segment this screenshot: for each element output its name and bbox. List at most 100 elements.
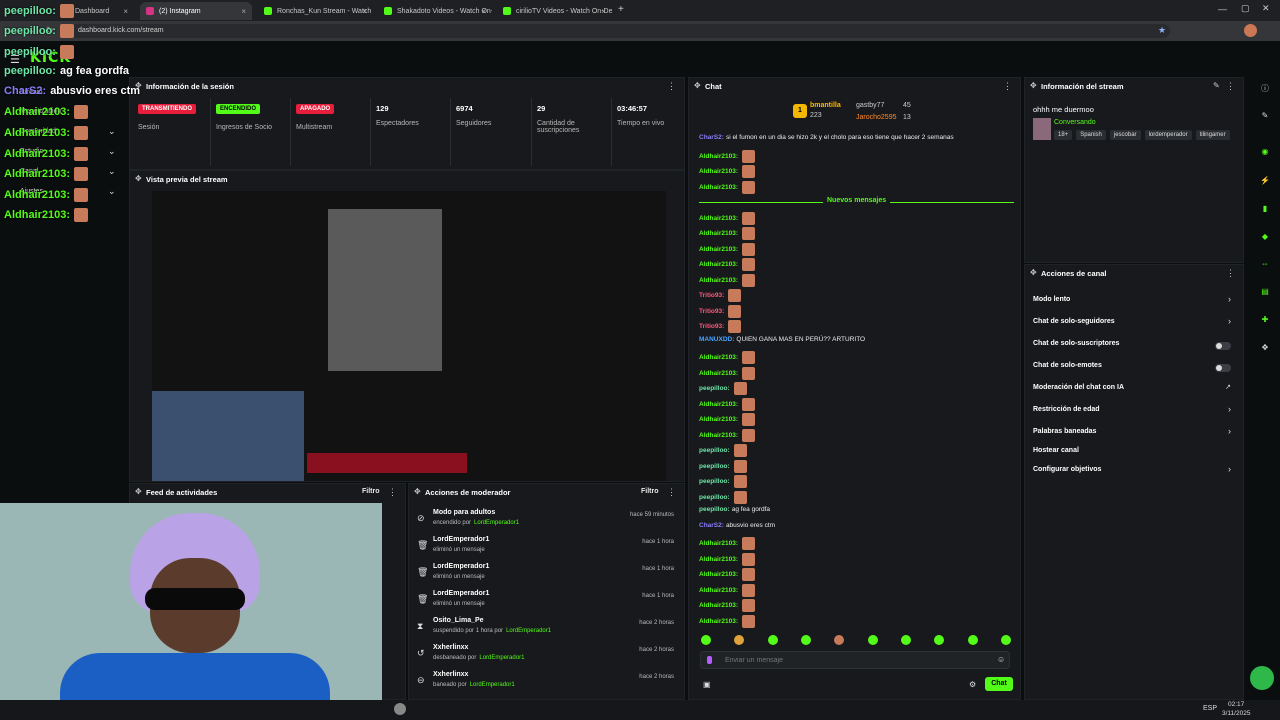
channel-action-item[interactable]: Chat de solo-seguidores › (1025, 316, 1243, 332)
emote-icon[interactable] (1000, 635, 1011, 645)
tab-close-icon[interactable]: × (601, 7, 606, 16)
chat-username[interactable]: Aldhair2103: (699, 540, 738, 547)
chat-message[interactable]: Aldhair2103: (699, 599, 756, 612)
chat-message[interactable]: Tritio93: (699, 304, 742, 318)
emote-icon[interactable] (734, 635, 745, 645)
new-messages-divider[interactable]: Nuevos mensajes (699, 197, 1014, 207)
chat-username[interactable]: Aldhair2103: (699, 277, 738, 284)
send-chat-button[interactable]: Chat (985, 677, 1013, 691)
chat-menu-icon[interactable]: ⋮ (1003, 81, 1012, 92)
chat-message[interactable]: CharS2: si el fumon en un dia se hizo 2k … (699, 134, 954, 141)
tab-close-icon[interactable]: × (481, 7, 486, 16)
bookmark-star-icon[interactable]: ★ (1158, 25, 1166, 36)
channel-action-item[interactable]: Restricción de edad › (1025, 404, 1243, 420)
chat-username[interactable]: Aldhair2103: (699, 370, 738, 377)
moderator-link[interactable]: LordEmperador1 (470, 682, 515, 688)
channel-action-item[interactable]: Palabras baneadas › (1025, 426, 1243, 442)
chat-message[interactable]: MANUXDD: QUIEN GANA MAS EN PERÚ?? ARTURIT… (699, 336, 865, 343)
emote-icon[interactable] (834, 635, 845, 645)
chat-message[interactable]: Aldhair2103: (699, 552, 756, 566)
category-link[interactable]: Conversando (1054, 119, 1096, 126)
chat-message[interactable]: Aldhair2103: (699, 165, 756, 178)
drag-handle-icon[interactable]: ✥ (694, 81, 701, 90)
mod-action-row[interactable]: 🗑 LordEmperador1 eliminó un mensaje hace 1 … (409, 561, 684, 588)
chat-message[interactable]: Aldhair2103: (699, 242, 756, 256)
mod-action-row[interactable]: 🗑 LordEmperador1 eliminó un mensaje hace 1 … (409, 588, 684, 615)
chat-username[interactable]: Aldhair2103: (699, 246, 738, 253)
chat-username[interactable]: peepilloo: (699, 385, 730, 392)
category-thumbnail[interactable] (1033, 118, 1051, 140)
chat-username[interactable]: Aldhair2103: (699, 168, 738, 175)
chat-username[interactable]: Tritio93: (699, 292, 724, 299)
chat-username[interactable]: peepilloo: (699, 506, 730, 513)
chat-settings-icon[interactable]: ⚙ (969, 680, 976, 689)
emote-icon[interactable] (701, 635, 711, 645)
chat-username[interactable]: peepilloo: (699, 494, 730, 501)
chat-message[interactable]: Aldhair2103: (699, 227, 756, 240)
chat-message[interactable]: peepilloo: (699, 382, 747, 395)
maximize-icon[interactable]: ▢ (1241, 3, 1250, 14)
minimize-icon[interactable]: — (1218, 4, 1227, 14)
stream-tag[interactable]: Spanish (1076, 130, 1106, 140)
gift-icon[interactable]: ▣ (703, 680, 711, 689)
chat-message[interactable]: peepilloo: (699, 475, 747, 488)
top-gifter-name[interactable]: bmantilla (810, 102, 841, 109)
chat-username[interactable]: CharS2: (699, 134, 724, 141)
chat-username[interactable]: CharS2: (699, 522, 724, 529)
new-tab-button[interactable]: + (618, 4, 624, 15)
chat-message[interactable]: peepilloo: (699, 459, 747, 473)
tab-close-icon[interactable]: × (123, 7, 128, 16)
tab-close-icon[interactable]: × (362, 7, 367, 16)
chat-username[interactable]: Aldhair2103: (699, 184, 738, 191)
mod-actions-menu-icon[interactable]: ⋮ (667, 487, 676, 498)
chat-message[interactable]: Tritio93: (699, 320, 742, 333)
gifter-name[interactable]: Jarocho2595 (856, 114, 896, 121)
info-icon[interactable]: ⓘ (1258, 82, 1272, 96)
drag-handle-icon[interactable]: ✥ (135, 487, 142, 496)
chat-input[interactable] (700, 651, 1010, 669)
channel-action-item[interactable]: Moderación del chat con IA ↗ (1025, 384, 1243, 398)
chat-username[interactable]: Aldhair2103: (699, 587, 738, 594)
chat-username[interactable]: Aldhair2103: (699, 416, 738, 423)
stream-info-menu-icon[interactable]: ⋮ (1226, 81, 1235, 92)
url-field[interactable]: dashboard.kick.com/stream (70, 24, 1170, 38)
mod-action-row[interactable]: ⧗ Osito_Lima_Pe suspendido por 1 hora por L… (409, 615, 684, 642)
toggle-switch[interactable] (1215, 364, 1231, 372)
emote-icon[interactable] (867, 635, 878, 645)
stream-tag[interactable]: lordemperador (1144, 130, 1192, 140)
chat-username[interactable]: Aldhair2103: (699, 153, 738, 160)
chat-message[interactable]: peepilloo: ag fea gordfa (699, 506, 770, 513)
language-indicator[interactable]: ESP (1203, 705, 1217, 712)
chat-message[interactable]: Aldhair2103: (699, 614, 756, 628)
chat-username[interactable]: Aldhair2103: (699, 556, 738, 563)
chat-message[interactable]: Aldhair2103: (699, 537, 756, 550)
session-menu-icon[interactable]: ⋮ (667, 81, 676, 92)
drag-handle-icon[interactable]: ✥ (135, 174, 142, 183)
activity-filter-button[interactable]: Filtro (362, 488, 380, 495)
emote-icon[interactable] (767, 635, 778, 645)
chat-message[interactable]: Aldhair2103: (699, 258, 756, 271)
chat-username[interactable]: MANUXDD: (699, 336, 734, 343)
chat-message[interactable]: Aldhair2103: (699, 273, 756, 287)
mod-action-row[interactable]: ↺ Xxherlinxx desbaneado por LordEmperador1 h… (409, 642, 684, 669)
chat-username[interactable]: Aldhair2103: (699, 432, 738, 439)
drag-handle-icon[interactable]: ✥ (414, 487, 421, 496)
chevron-down-icon[interactable]: ⌄ (108, 166, 116, 177)
chat-bubble-icon[interactable]: ◆ (1258, 230, 1272, 244)
chat-message[interactable]: Aldhair2103: (699, 583, 756, 597)
chat-message[interactable]: Aldhair2103: (699, 413, 756, 426)
chat-message[interactable]: peepilloo: (699, 444, 747, 457)
chat-username[interactable]: Aldhair2103: (699, 215, 738, 222)
chat-username[interactable]: Aldhair2103: (699, 401, 738, 408)
close-window-icon[interactable]: ✕ (1262, 3, 1270, 14)
chat-username[interactable]: Tritio93: (699, 308, 724, 315)
chat-username[interactable]: Aldhair2103: (699, 571, 738, 578)
chat-message[interactable]: Aldhair2103: (699, 428, 756, 442)
chat-username[interactable]: peepilloo: (699, 463, 730, 470)
chat-username[interactable]: peepilloo: (699, 478, 730, 485)
chat-username[interactable]: Aldhair2103: (699, 230, 738, 237)
chat-message[interactable]: Aldhair2103: (699, 211, 756, 225)
emote-icon[interactable] (900, 635, 911, 645)
channel-actions-menu-icon[interactable]: ⋮ (1226, 268, 1235, 279)
chat-message[interactable]: Aldhair2103: (699, 149, 756, 163)
